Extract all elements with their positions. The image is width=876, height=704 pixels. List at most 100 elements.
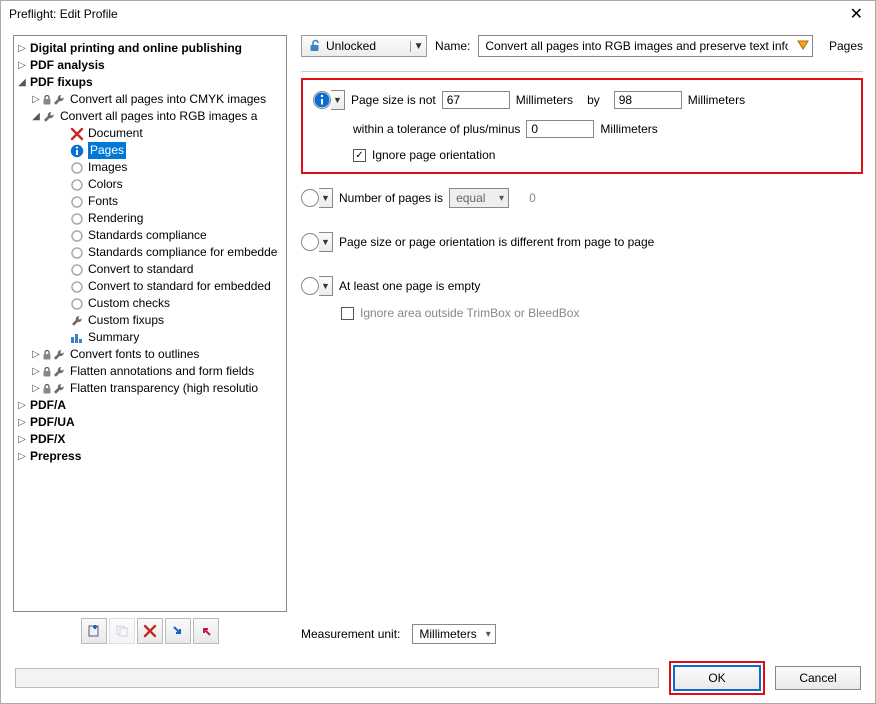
triangle-down-icon[interactable] <box>794 39 812 54</box>
tree-item[interactable]: Custom checks <box>88 295 170 312</box>
lock-icon <box>42 383 52 395</box>
tree-item[interactable]: Convert all pages into CMYK images <box>70 91 266 108</box>
tree-item[interactable]: Custom fixups <box>88 312 164 329</box>
profile-name-input[interactable] <box>479 36 794 56</box>
chevron-right-icon[interactable]: ▷ <box>30 363 42 380</box>
lock-icon <box>42 94 52 106</box>
unit-label: Millimeters <box>600 122 657 136</box>
chevron-down-icon[interactable]: ▼ <box>319 232 333 252</box>
cancel-button[interactable]: Cancel <box>775 666 861 690</box>
name-label: Name: <box>435 39 470 53</box>
page-height-input[interactable] <box>614 91 682 109</box>
ignore-orientation-checkbox[interactable]: ✓ <box>353 149 366 162</box>
tree-group-pdf-fixups[interactable]: PDF fixups <box>30 74 93 91</box>
tree-group-digital[interactable]: Digital printing and online publishing <box>30 40 242 57</box>
measurement-unit-label: Measurement unit: <box>301 627 400 641</box>
page-size-label: Page size is not <box>351 93 436 107</box>
wrench-icon <box>52 365 66 379</box>
bullet-icon <box>70 212 84 226</box>
tree-item[interactable]: Images <box>88 159 127 176</box>
page-width-input[interactable] <box>442 91 510 109</box>
tree-group-pdfua[interactable]: PDF/UA <box>30 414 75 431</box>
tree-item[interactable]: Document <box>88 125 143 142</box>
tree-item[interactable]: Standards compliance for embedde <box>88 244 277 261</box>
window-title: Preflight: Edit Profile <box>9 7 118 21</box>
wrench-icon <box>52 382 66 396</box>
chevron-down-icon[interactable]: ◢ <box>16 74 28 91</box>
chevron-right-icon[interactable]: ▷ <box>16 397 28 414</box>
bullet-icon <box>70 178 84 192</box>
tree-item-pages[interactable]: Pages <box>88 142 126 159</box>
summary-icon <box>70 331 84 345</box>
chevron-right-icon[interactable]: ▷ <box>16 414 28 431</box>
orientation-diff-label: Page size or page orientation is differe… <box>339 235 654 249</box>
ignore-orientation-label: Ignore page orientation <box>372 148 495 162</box>
severity-none-icon[interactable] <box>301 189 319 207</box>
tree-item[interactable]: Convert to standard <box>88 261 193 278</box>
lock-state-label: Unlocked <box>326 39 410 53</box>
chevron-down-icon[interactable]: ◢ <box>30 108 42 125</box>
chevron-right-icon[interactable]: ▷ <box>30 346 42 363</box>
tree-item[interactable]: Colors <box>88 176 123 193</box>
empty-page-label: At least one page is empty <box>339 279 480 293</box>
num-pages-value: 0 <box>529 191 536 205</box>
tree-item[interactable]: Fonts <box>88 193 118 210</box>
duplicate-button[interactable] <box>109 618 135 644</box>
tree-group-pdfa[interactable]: PDF/A <box>30 397 66 414</box>
add-button[interactable] <box>81 618 107 644</box>
bullet-icon <box>70 195 84 209</box>
unit-label: Millimeters <box>688 93 745 107</box>
tree-group-pdf-analysis[interactable]: PDF analysis <box>30 57 105 74</box>
tolerance-input[interactable] <box>526 120 594 138</box>
ignore-trimbox-checkbox: ✓ <box>341 307 354 320</box>
chevron-down-icon[interactable]: ▼ <box>331 90 345 110</box>
chevron-right-icon[interactable]: ▷ <box>16 431 28 448</box>
tree-item[interactable]: Rendering <box>88 210 143 227</box>
lock-icon <box>42 349 52 361</box>
ok-button[interactable]: OK <box>674 666 760 690</box>
severity-info-icon[interactable] <box>313 91 331 109</box>
tree-item[interactable]: Convert to standard for embedded <box>88 278 271 295</box>
import-button[interactable] <box>165 618 191 644</box>
chevron-right-icon[interactable]: ▷ <box>30 380 42 397</box>
tree-item[interactable]: Convert fonts to outlines <box>70 346 199 363</box>
measurement-unit-select[interactable]: Millimeters <box>412 624 495 644</box>
bullet-icon <box>70 280 84 294</box>
lock-state-dropdown[interactable]: Unlocked ▼ <box>301 35 427 57</box>
tree-item[interactable]: Flatten annotations and form fields <box>70 363 254 380</box>
num-pages-op-select[interactable]: equal <box>449 188 509 208</box>
tree-item[interactable]: Summary <box>88 329 139 346</box>
wrench-icon <box>52 93 66 107</box>
status-field <box>15 668 659 688</box>
chevron-right-icon[interactable]: ▷ <box>16 448 28 465</box>
profile-tree[interactable]: ▷Digital printing and online publishing … <box>13 35 287 612</box>
tree-item[interactable]: Flatten transparency (high resolutio <box>70 380 258 397</box>
tree-item[interactable]: Standards compliance <box>88 227 207 244</box>
tree-group-prepress[interactable]: Prepress <box>30 448 81 465</box>
tree-item[interactable]: Convert all pages into RGB images a <box>60 108 257 125</box>
lock-icon <box>42 366 52 378</box>
export-button[interactable] <box>193 618 219 644</box>
bullet-icon <box>70 263 84 277</box>
breadcrumb: Pages <box>821 39 863 53</box>
chevron-right-icon[interactable]: ▷ <box>30 91 42 108</box>
chevron-down-icon[interactable]: ▼ <box>319 276 333 296</box>
by-label: by <box>587 93 600 107</box>
info-icon <box>70 144 84 158</box>
bullet-icon <box>70 229 84 243</box>
severity-none-icon[interactable] <box>301 277 319 295</box>
chevron-down-icon: ▼ <box>410 41 426 52</box>
tolerance-label: within a tolerance of plus/minus <box>353 122 520 136</box>
tree-group-pdfx[interactable]: PDF/X <box>30 431 65 448</box>
wrench-icon <box>42 110 56 124</box>
wrench-icon <box>70 314 84 328</box>
chevron-right-icon[interactable]: ▷ <box>16 57 28 74</box>
chevron-right-icon[interactable]: ▷ <box>16 40 28 57</box>
chevron-down-icon[interactable]: ▼ <box>319 188 333 208</box>
bullet-icon <box>70 246 84 260</box>
delete-button[interactable] <box>137 618 163 644</box>
severity-none-icon[interactable] <box>301 233 319 251</box>
ignore-trimbox-label: Ignore area outside TrimBox or BleedBox <box>360 306 579 320</box>
wrench-icon <box>52 348 66 362</box>
close-icon[interactable]: ✕ <box>846 4 867 24</box>
